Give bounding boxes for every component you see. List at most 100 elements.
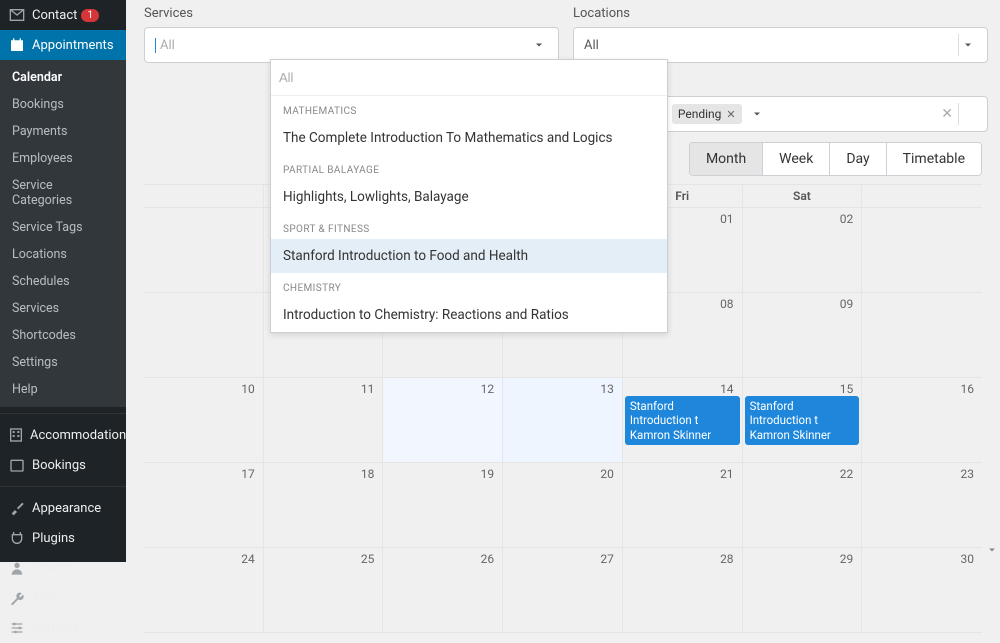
day-number: 24: [241, 552, 255, 566]
services-label: Services: [144, 2, 559, 27]
calendar-cell[interactable]: 17: [144, 463, 264, 548]
calendar-event[interactable]: Stanford Introduction tKamron Skinner: [625, 396, 740, 445]
sidebar-item-appointments[interactable]: Appointments: [0, 30, 126, 60]
day-number: 28: [720, 552, 734, 566]
calendar-icon: [8, 36, 26, 54]
sidebar-item-settings[interactable]: Settings: [0, 613, 126, 643]
dropdown-item[interactable]: The Complete Introduction To Mathematics…: [271, 121, 667, 155]
day-number: 27: [600, 552, 614, 566]
sidebar-item-users[interactable]: Users: [0, 553, 126, 583]
dropdown-search[interactable]: [271, 60, 667, 96]
day-number: 02: [840, 212, 854, 226]
calendar-cell[interactable]: 13: [503, 378, 623, 463]
dropdown-item[interactable]: Introduction to Chemistry: Reactions and…: [271, 298, 667, 332]
sub-shortcodes[interactable]: Shortcodes: [0, 322, 126, 349]
scroll-down-icon[interactable]: [986, 544, 998, 560]
day-number: 21: [720, 467, 734, 481]
sub-calendar[interactable]: Calendar: [0, 64, 126, 91]
sidebar-label: Bookings: [32, 458, 86, 473]
calendar-cell[interactable]: [144, 208, 264, 293]
calendar-cell[interactable]: 09: [743, 293, 863, 378]
sidebar-label: Appointments: [32, 38, 114, 53]
calendar-cell[interactable]: 20: [503, 463, 623, 548]
view-day[interactable]: Day: [830, 143, 886, 175]
day-number: 13: [600, 382, 614, 396]
calendar-cell[interactable]: 16: [862, 378, 982, 463]
chevron-down-icon[interactable]: [530, 36, 548, 54]
services-value: All: [155, 38, 530, 53]
calendar-cell[interactable]: 24: [144, 548, 264, 633]
sidebar-item-tools[interactable]: Tools: [0, 583, 126, 613]
calendar-cell[interactable]: 30: [862, 548, 982, 633]
day-number: 25: [361, 552, 375, 566]
calendar-cell[interactable]: 29: [743, 548, 863, 633]
day-number: 16: [961, 382, 975, 396]
day-number: 19: [481, 467, 495, 481]
calendar-cell[interactable]: 28: [623, 548, 743, 633]
calendar-event[interactable]: Stanford Introduction tKamron Skinner: [745, 396, 860, 445]
view-week[interactable]: Week: [763, 143, 830, 175]
sub-employees[interactable]: Employees: [0, 145, 126, 172]
calendar2-icon: [8, 456, 26, 474]
calendar-cell[interactable]: 27: [503, 548, 623, 633]
dropdown-search-input[interactable]: [279, 70, 659, 85]
sub-bookings[interactable]: Bookings: [0, 91, 126, 118]
calendar-cell[interactable]: [862, 293, 982, 378]
dropdown-list[interactable]: MATHEMATICSThe Complete Introduction To …: [271, 96, 667, 332]
calendar-cell[interactable]: [862, 208, 982, 293]
sidebar-item-plugins[interactable]: Plugins: [0, 523, 126, 553]
view-timetable[interactable]: Timetable: [887, 143, 981, 175]
plug-icon: [8, 529, 26, 547]
main-content: Services All Locations All Statuses Conf…: [126, 0, 1000, 562]
sidebar-item-bookings2[interactable]: Bookings: [0, 450, 126, 480]
sub-service-categories[interactable]: Service Categories: [0, 172, 126, 214]
chevron-down-icon[interactable]: [959, 36, 977, 54]
calendar-cell[interactable]: 18: [264, 463, 384, 548]
day-number: 30: [961, 552, 975, 566]
clear-statuses-icon[interactable]: ✕: [941, 106, 953, 122]
calendar-cell[interactable]: 11: [264, 378, 384, 463]
sub-services[interactable]: Services: [0, 295, 126, 322]
sub-settings[interactable]: Settings: [0, 349, 126, 376]
day-number: 01: [720, 212, 734, 226]
calendar-cell[interactable]: 14Stanford Introduction tKamron Skinner: [623, 378, 743, 463]
dropdown-item[interactable]: Highlights, Lowlights, Balayage: [271, 180, 667, 214]
view-toggle: Month Week Day Timetable: [689, 142, 982, 176]
mail-icon: [8, 6, 26, 24]
calendar-cell[interactable]: 23: [862, 463, 982, 548]
calendar-cell[interactable]: 21: [623, 463, 743, 548]
calendar-cell[interactable]: 02: [743, 208, 863, 293]
sidebar-item-accommodation[interactable]: Accommodation: [0, 420, 126, 450]
sub-locations[interactable]: Locations: [0, 241, 126, 268]
calendar-cell[interactable]: 25: [264, 548, 384, 633]
remove-tag-icon[interactable]: ✕: [726, 108, 735, 121]
weekday-header: [862, 185, 982, 207]
calendar-cell[interactable]: 19: [383, 463, 503, 548]
services-dropdown: MATHEMATICSThe Complete Introduction To …: [270, 59, 668, 333]
calendar-cell[interactable]: 22: [743, 463, 863, 548]
day-number: 14: [720, 382, 734, 396]
sub-help[interactable]: Help: [0, 376, 126, 403]
calendar-cell[interactable]: 10: [144, 378, 264, 463]
sidebar-label: Accommodation: [30, 428, 126, 443]
calendar-cell[interactable]: [144, 293, 264, 378]
calendar-cell[interactable]: 12: [383, 378, 503, 463]
dropdown-group-header: SPORT & FITNESS: [271, 214, 667, 239]
services-select[interactable]: All: [144, 27, 559, 63]
sidebar-item-contact[interactable]: Contact 1: [0, 0, 126, 30]
sidebar-item-appearance[interactable]: Appearance: [0, 493, 126, 523]
brush-icon: [8, 499, 26, 517]
view-month[interactable]: Month: [690, 143, 763, 175]
day-number: 20: [600, 467, 614, 481]
admin-sidebar: Contact 1 Appointments Calendar Bookings…: [0, 0, 126, 562]
sub-schedules[interactable]: Schedules: [0, 268, 126, 295]
chevron-down-icon[interactable]: [748, 105, 766, 123]
locations-select[interactable]: All: [573, 27, 988, 63]
sub-service-tags[interactable]: Service Tags: [0, 214, 126, 241]
calendar-cell[interactable]: 15Stanford Introduction tKamron Skinner: [743, 378, 863, 463]
day-number: 08: [720, 297, 734, 311]
sidebar-label: Contact: [32, 8, 77, 23]
calendar-cell[interactable]: 26: [383, 548, 503, 633]
sub-payments[interactable]: Payments: [0, 118, 126, 145]
dropdown-item[interactable]: Stanford Introduction to Food and Health: [271, 239, 667, 273]
